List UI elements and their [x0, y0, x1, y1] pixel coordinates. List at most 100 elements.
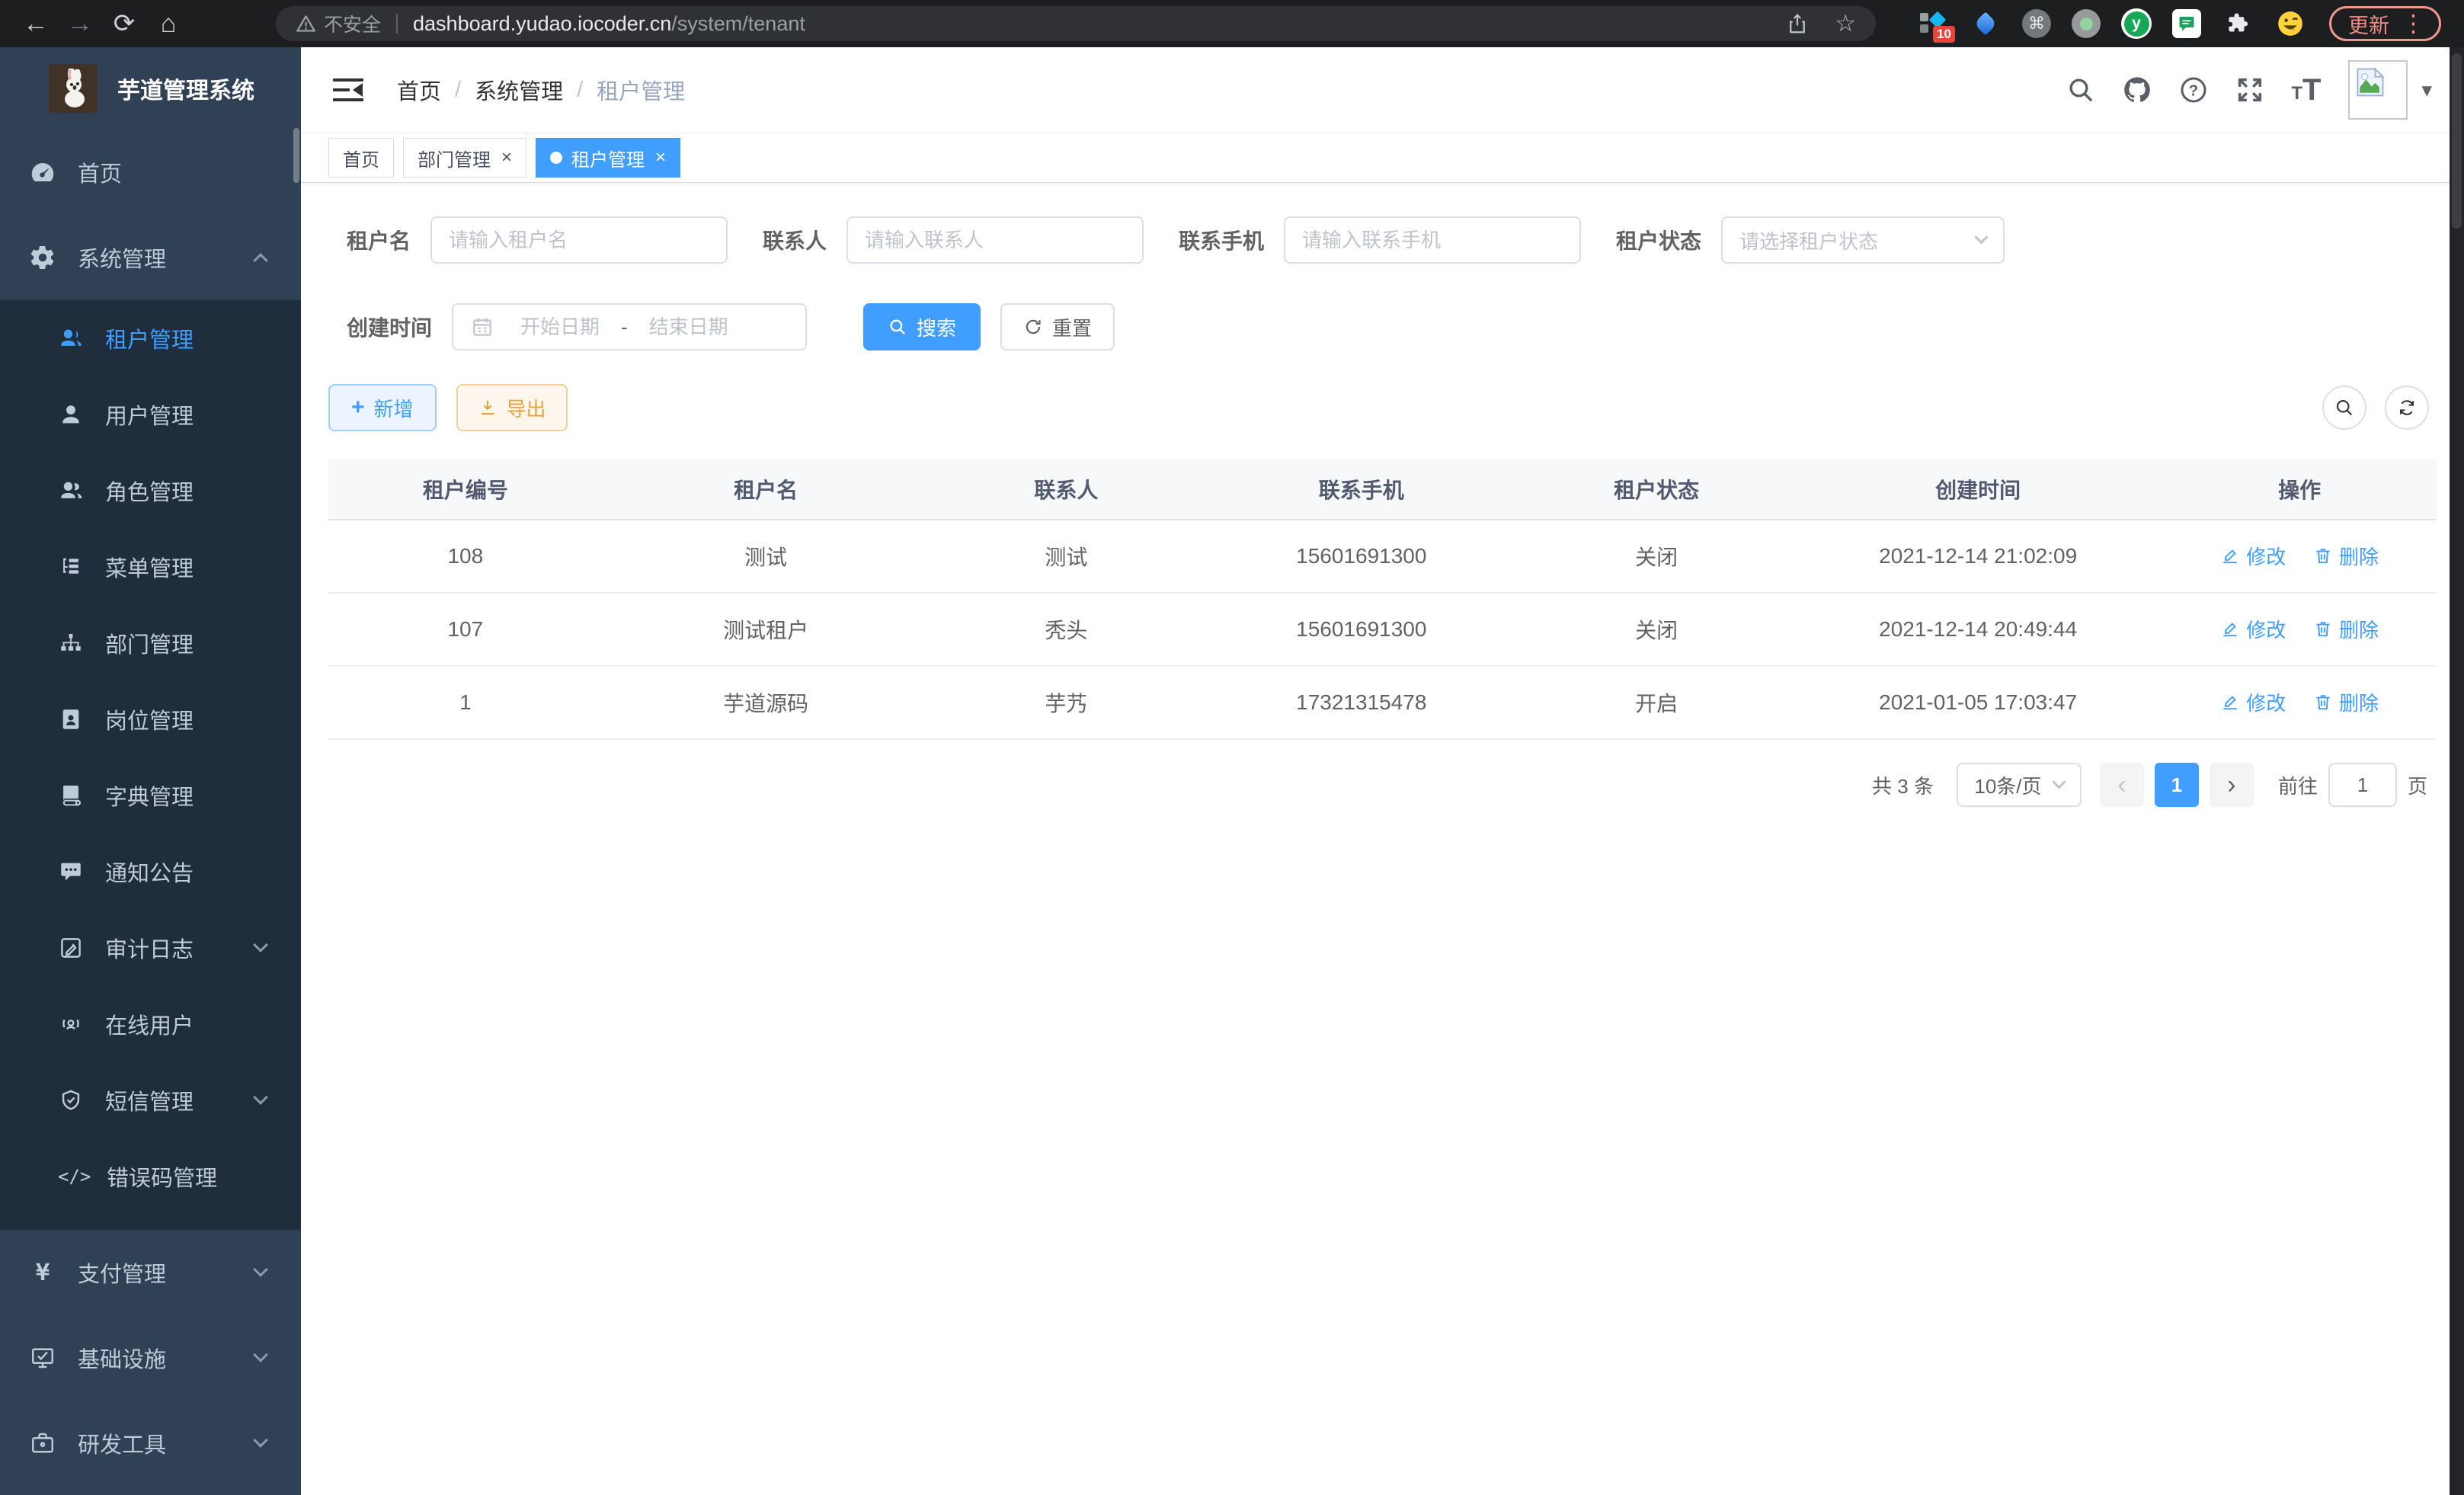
browser-home-icon[interactable]: ⌂: [146, 9, 190, 39]
avatar-caret-icon[interactable]: ▾: [2421, 78, 2432, 102]
gear-icon: [29, 244, 56, 271]
cell-contact: 测试: [930, 520, 1204, 593]
extension-y-icon[interactable]: y: [2121, 8, 2152, 39]
sidebar-item-notice[interactable]: 通知公告: [0, 834, 301, 910]
trash-icon: [2313, 619, 2333, 639]
end-date-input[interactable]: [628, 315, 750, 339]
font-size-icon[interactable]: TT: [2291, 76, 2321, 104]
delete-link[interactable]: 删除: [2313, 688, 2379, 716]
sidebar-item-devtools[interactable]: 研发工具: [0, 1401, 301, 1486]
edit-link[interactable]: 修改: [2220, 615, 2286, 643]
next-page-button[interactable]: ›: [2210, 763, 2254, 807]
browser-menu-icon[interactable]: ⋮: [2402, 10, 2425, 37]
window-scrollbar[interactable]: [2450, 47, 2464, 1495]
tab-home[interactable]: 首页: [328, 138, 394, 178]
extension-puzzle-icon[interactable]: [2222, 8, 2254, 40]
sidebar-item-error-code[interactable]: </> 错误码管理: [0, 1138, 301, 1215]
tenant-name-input[interactable]: [430, 216, 728, 264]
browser-back-icon[interactable]: ←: [14, 9, 58, 39]
error-code-icon: </>: [58, 1166, 85, 1187]
calendar-icon: [470, 315, 494, 339]
dashboard-icon: [29, 158, 56, 186]
search-icon[interactable]: [2066, 75, 2096, 105]
extension-record-icon[interactable]: [2072, 9, 2101, 38]
edit-link[interactable]: 修改: [2220, 542, 2286, 570]
sidebar-item-audit-log[interactable]: 审计日志: [0, 910, 301, 986]
search-button[interactable]: 搜索: [863, 303, 981, 351]
share-icon[interactable]: [1786, 12, 1809, 35]
sidebar-item-infra[interactable]: 基础设施: [0, 1315, 301, 1401]
sidebar-item-home[interactable]: 首页: [0, 130, 301, 215]
reset-button[interactable]: 重置: [1000, 303, 1115, 351]
add-button[interactable]: + 新增: [328, 384, 437, 431]
sidebar-item-role[interactable]: 角色管理: [0, 453, 301, 529]
browser-chrome: ← → ⟳ ⌂ 不安全 dashboard.yudao.iocoder.cn/s…: [0, 0, 2464, 47]
org-tree-icon: [58, 630, 84, 656]
chevron-down-icon: [253, 937, 268, 952]
cell-phone: 15601691300: [1203, 520, 1519, 593]
url-path[interactable]: /system/tenant: [671, 12, 805, 36]
insecure-warning-icon: [296, 14, 316, 34]
edit-link[interactable]: 修改: [2220, 688, 2286, 716]
prev-page-button[interactable]: ‹: [2100, 763, 2144, 807]
refresh-table-button[interactable]: [2385, 386, 2429, 430]
security-label[interactable]: 不安全: [324, 10, 381, 37]
sidebar-scrollbar[interactable]: [293, 128, 299, 183]
sidebar-item-dict[interactable]: 字典管理: [0, 757, 301, 834]
extension-kite-icon[interactable]: [1970, 8, 2002, 40]
bookmark-star-icon[interactable]: ☆: [1835, 10, 1856, 37]
extension-emoji-icon[interactable]: [2274, 8, 2306, 40]
sidebar-item-post[interactable]: 岗位管理: [0, 681, 301, 757]
scrollbar-thumb[interactable]: [2452, 53, 2462, 229]
contact-input[interactable]: [846, 216, 1144, 264]
sidebar-fold-icon[interactable]: [333, 78, 363, 102]
current-page-button[interactable]: 1: [2155, 763, 2199, 807]
page-size-select[interactable]: 10条/页: [1957, 763, 2082, 807]
extensions-row: 10 ⌘ y: [1917, 8, 2306, 40]
address-bar[interactable]: 不安全 dashboard.yudao.iocoder.cn/system/te…: [276, 6, 1876, 41]
goto-page-input[interactable]: [2328, 763, 2397, 807]
browser-reload-icon[interactable]: ⟳: [102, 8, 146, 39]
sidebar-item-sms[interactable]: 短信管理: [0, 1062, 301, 1138]
close-icon[interactable]: ×: [655, 149, 666, 167]
tenant-status-select[interactable]: 请选择租户状态: [1721, 216, 2005, 264]
browser-forward-icon[interactable]: →: [58, 9, 102, 39]
table-row: 108 测试 测试 15601691300 关闭 2021-12-14 21:0…: [328, 520, 2437, 593]
tab-tenant[interactable]: 租户管理 ×: [536, 138, 680, 178]
sidebar-item-menu[interactable]: 菜单管理: [0, 529, 301, 605]
filter-form: 租户名 联系人 联系手机 租户状态 请选择租户状态: [301, 183, 2464, 351]
start-date-input[interactable]: [499, 315, 621, 339]
date-separator: -: [621, 315, 628, 339]
toggle-search-button[interactable]: [2322, 386, 2366, 430]
app-title: 芋道管理系统: [117, 72, 254, 105]
sidebar-item-system[interactable]: 系统管理: [0, 215, 301, 300]
extension-chat-icon[interactable]: [2172, 9, 2201, 38]
phone-input[interactable]: [1284, 216, 1581, 264]
breadcrumb-system[interactable]: 系统管理: [475, 74, 563, 106]
sidebar-item-user[interactable]: 用户管理: [0, 376, 301, 453]
sidebar-item-dept[interactable]: 部门管理: [0, 605, 301, 681]
export-button[interactable]: 导出: [456, 384, 568, 431]
avatar[interactable]: [2348, 60, 2408, 120]
delete-link[interactable]: 删除: [2313, 542, 2379, 570]
help-icon[interactable]: ?: [2178, 75, 2209, 105]
url-host[interactable]: dashboard.yudao.iocoder.cn: [413, 12, 671, 36]
app-logo-row[interactable]: 芋道管理系统: [0, 47, 301, 130]
close-icon[interactable]: ×: [501, 149, 512, 167]
sidebar-item-tenant[interactable]: 租户管理: [0, 300, 301, 376]
col-tenant-name: 租户名: [603, 459, 930, 520]
browser-update-button[interactable]: 更新 ⋮: [2329, 6, 2441, 41]
roles-icon: [58, 478, 84, 504]
delete-link[interactable]: 删除: [2313, 615, 2379, 643]
header-actions: ? TT ▾: [2040, 60, 2432, 120]
github-icon[interactable]: [2122, 75, 2152, 105]
sidebar-item-online-user[interactable]: 在线用户: [0, 986, 301, 1062]
create-time-range-picker[interactable]: -: [452, 303, 807, 351]
breadcrumb-home[interactable]: 首页: [397, 74, 441, 106]
cell-created: 2021-12-14 21:02:09: [1794, 520, 2162, 593]
extension-tabs-icon[interactable]: 10: [1917, 8, 1949, 40]
sidebar-item-pay[interactable]: ¥ 支付管理: [0, 1230, 301, 1315]
tab-dept[interactable]: 部门管理 ×: [403, 138, 526, 178]
fullscreen-icon[interactable]: [2235, 75, 2265, 105]
extension-command-icon[interactable]: ⌘: [2022, 9, 2051, 38]
